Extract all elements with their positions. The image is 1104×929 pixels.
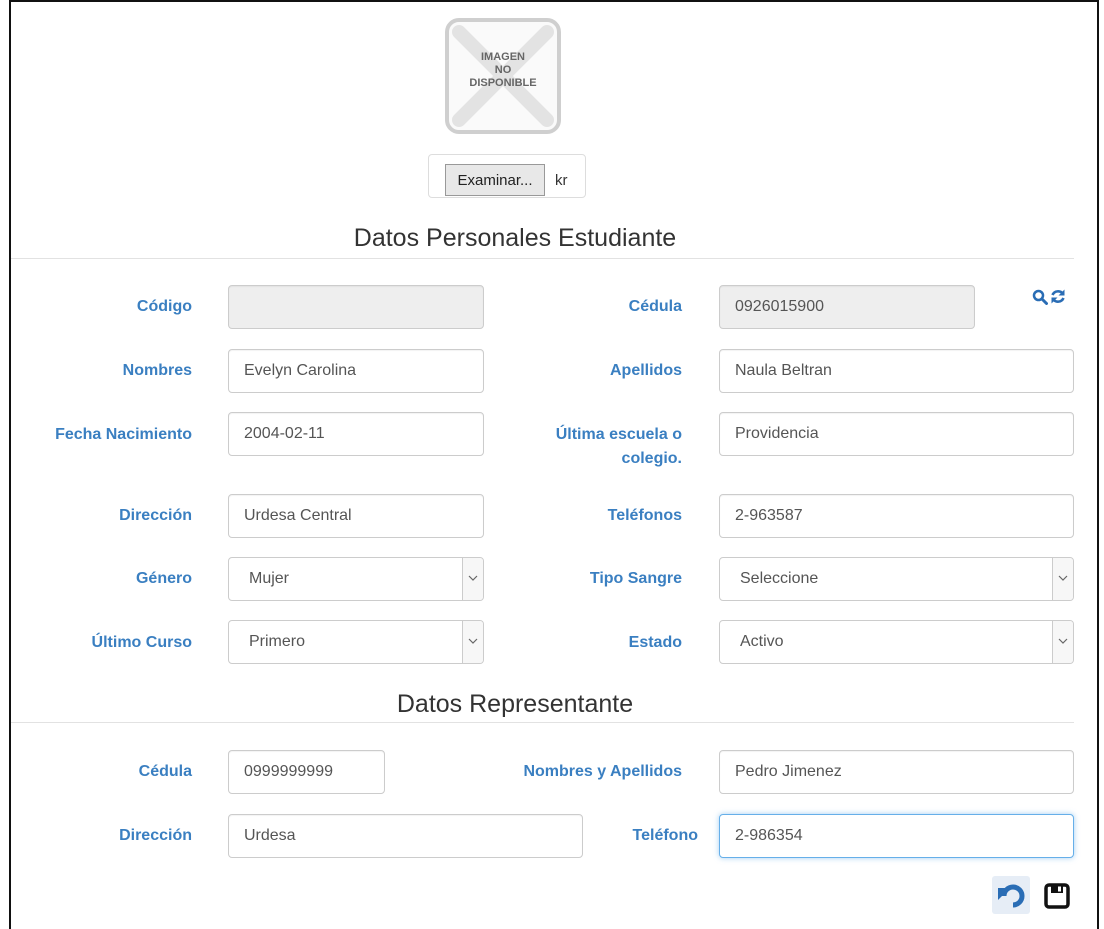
undo-icon[interactable] — [992, 876, 1030, 914]
browse-button-label: Examinar... — [457, 172, 533, 189]
file-name-text: kr — [555, 172, 568, 189]
student-section-title: Datos Personales Estudiante — [353, 224, 677, 252]
tipo-sangre-label: Tipo Sangre — [589, 570, 682, 587]
chevron-down-icon — [462, 621, 483, 663]
codigo-input[interactable] — [228, 285, 484, 329]
apellidos-input[interactable]: Naula Beltran — [719, 349, 1074, 393]
telefonos-input[interactable]: 2-963587 — [719, 494, 1074, 538]
nombres-label: Nombres — [122, 362, 192, 379]
photo-text-line3: DISPONIBLE — [469, 77, 537, 89]
rep-direccion-label: Dirección — [119, 827, 192, 844]
file-input[interactable]: Examinar... kr — [428, 154, 586, 198]
photo-text-line2: NO — [494, 64, 512, 76]
direccion-input[interactable]: Urdesa Central — [228, 494, 484, 538]
escuela-label-line2: colegio. — [621, 450, 682, 467]
rep-cedula-label: Cédula — [138, 763, 192, 780]
chevron-down-icon — [462, 558, 483, 600]
ultimo-curso-selected: Primero — [249, 633, 306, 650]
escuela-input[interactable]: Providencia — [719, 412, 1074, 456]
student-section-divider — [11, 258, 1074, 259]
apellidos-label: Apellidos — [609, 362, 682, 379]
genero-selected: Mujer — [249, 570, 290, 587]
cedula-input[interactable]: 0926015900 — [719, 285, 975, 329]
search-icon[interactable] — [1032, 289, 1048, 305]
fecha-nacimiento-input[interactable]: 2004-02-11 — [228, 412, 484, 456]
browse-button[interactable]: Examinar... — [445, 164, 545, 196]
rep-section-title: Datos Representante — [396, 690, 634, 718]
rep-telefono-input[interactable]: 2-986354 — [719, 814, 1074, 858]
tipo-sangre-selected: Seleccione — [740, 570, 819, 587]
ultimo-curso-label: Último Curso — [91, 634, 192, 651]
rep-nombres-label: Nombres y Apellidos — [523, 763, 682, 780]
estado-label: Estado — [628, 634, 682, 651]
cedula-label: Cédula — [628, 298, 682, 315]
escuela-label-line1: Última escuela o — [555, 426, 682, 443]
telefonos-label: Teléfonos — [607, 507, 682, 524]
rep-telefono-label: Teléfono — [632, 827, 698, 844]
photo-placeholder: IMAGEN NO DISPONIBLE — [445, 18, 561, 134]
chevron-down-icon — [1052, 558, 1073, 600]
genero-select[interactable]: Mujer — [228, 557, 484, 601]
direccion-label: Dirección — [119, 507, 192, 524]
photo-text-line1: IMAGEN — [481, 51, 525, 63]
save-icon[interactable] — [1044, 883, 1070, 909]
ultimo-curso-select[interactable]: Primero — [228, 620, 484, 664]
codigo-label: Código — [136, 298, 192, 315]
genero-label: Género — [135, 570, 192, 587]
tipo-sangre-select[interactable]: Seleccione — [719, 557, 1074, 601]
rep-section-divider — [11, 722, 1074, 723]
estado-selected: Activo — [740, 633, 784, 650]
chevron-down-icon — [1052, 621, 1073, 663]
refresh-icon[interactable] — [1050, 288, 1066, 305]
rep-nombres-input[interactable]: Pedro Jimenez — [719, 750, 1074, 794]
nombres-input[interactable]: Evelyn Carolina — [228, 349, 484, 393]
fecha-nacimiento-label: Fecha Nacimiento — [55, 426, 192, 443]
rep-cedula-input[interactable]: 0999999999 — [228, 750, 385, 794]
estado-select[interactable]: Activo — [719, 620, 1074, 664]
